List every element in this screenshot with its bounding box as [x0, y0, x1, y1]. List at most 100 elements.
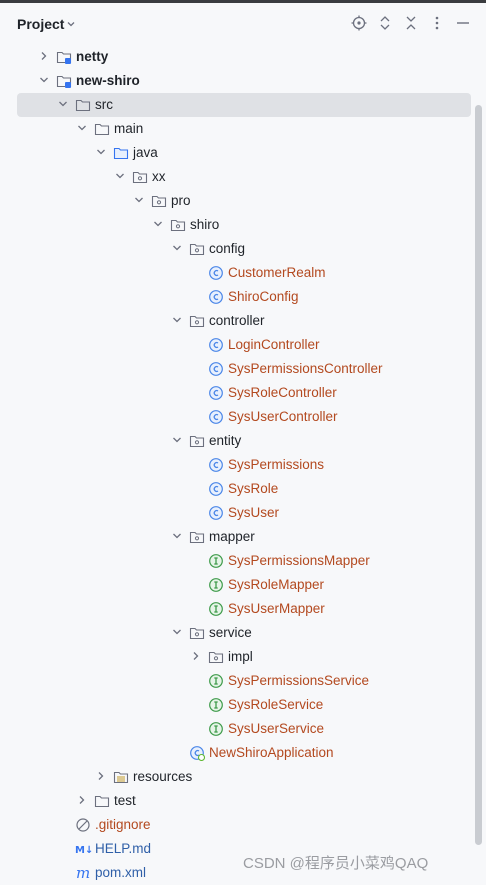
tree-item-label: resources — [133, 769, 193, 784]
tree-item-label: NewShiroApplication — [209, 745, 334, 760]
class-icon — [208, 481, 224, 497]
tree-row[interactable]: SysRoleService — [0, 693, 472, 717]
tree-row[interactable]: main — [0, 117, 472, 141]
spring-class-icon — [189, 745, 206, 762]
tree-item-label: entity — [209, 433, 242, 448]
chevron-down-icon[interactable] — [152, 218, 164, 230]
tree-item-label: netty — [76, 49, 109, 64]
scrollbar-thumb[interactable] — [475, 105, 482, 845]
module-folder-icon — [56, 49, 72, 65]
tree-row[interactable]: SysUser — [0, 501, 472, 525]
tree-row[interactable]: controller — [0, 309, 472, 333]
tree-item-label: SysUserController — [228, 409, 338, 424]
package-icon — [189, 433, 205, 449]
chevron-down-icon[interactable] — [133, 194, 145, 206]
tree-row[interactable]: .gitignore — [0, 813, 472, 837]
tree-item-label: CustomerRealm — [228, 265, 326, 280]
expand-all-icon[interactable] — [377, 15, 393, 31]
tree-item-label: HELP.md — [95, 841, 152, 856]
tree-row[interactable]: SysRoleMapper — [0, 573, 472, 597]
vertical-scrollbar[interactable] — [473, 45, 484, 883]
tree-row[interactable]: test — [0, 789, 472, 813]
package-icon — [170, 217, 186, 233]
tree-item-label: impl — [228, 649, 253, 664]
interface-icon — [208, 721, 224, 737]
tree-item-label: config — [209, 241, 246, 256]
interface-icon — [208, 553, 224, 569]
chevron-down-icon[interactable] — [171, 626, 183, 638]
class-icon — [208, 361, 224, 377]
collapse-all-icon[interactable] — [403, 15, 419, 31]
tree-row[interactable]: SysPermissionsController — [0, 357, 472, 381]
tree-row[interactable]: SysUserService — [0, 717, 472, 741]
tree-row[interactable]: SysPermissionsService — [0, 669, 472, 693]
folder-icon — [75, 97, 91, 113]
class-icon — [208, 289, 224, 305]
tree-item-label: pom.xml — [95, 865, 147, 880]
tree-item-label: SysRoleMapper — [228, 577, 325, 592]
chevron-down-icon[interactable] — [171, 530, 183, 542]
tree-item-label: java — [133, 145, 158, 160]
tree-row[interactable]: mapper — [0, 525, 472, 549]
tree-row[interactable]: CustomerRealm — [0, 261, 472, 285]
tree-item-label: SysRole — [228, 481, 279, 496]
tree-item-label: new-shiro — [76, 73, 140, 88]
tree-item-label: test — [114, 793, 136, 808]
chevron-down-icon[interactable] — [38, 74, 50, 86]
package-icon — [132, 169, 148, 185]
class-icon — [208, 505, 224, 521]
chevron-right-icon[interactable] — [38, 50, 50, 62]
class-icon — [208, 385, 224, 401]
tree-row[interactable]: LoginController — [0, 333, 472, 357]
tree-row[interactable]: service — [0, 621, 472, 645]
chevron-down-icon[interactable] — [171, 242, 183, 254]
chevron-right-icon[interactable] — [76, 794, 88, 806]
tree-row[interactable]: new-shiro — [0, 69, 472, 93]
tree-row[interactable]: SysPermissions — [0, 453, 472, 477]
tree-item-label: mapper — [209, 529, 255, 544]
tree-item-label: SysUserService — [228, 721, 325, 736]
package-icon — [189, 625, 205, 641]
tree-row[interactable]: entity — [0, 429, 472, 453]
module-folder-icon — [56, 73, 72, 89]
panel-title[interactable]: Project — [17, 16, 64, 32]
tree-item-label: SysPermissionsController — [228, 361, 383, 376]
chevron-down-icon[interactable] — [95, 146, 107, 158]
class-icon — [208, 457, 224, 473]
more-icon[interactable] — [429, 15, 445, 31]
interface-icon — [208, 577, 224, 593]
tree-row[interactable]: SysPermissionsMapper — [0, 549, 472, 573]
locate-icon[interactable] — [351, 15, 367, 31]
chevron-down-icon[interactable] — [171, 434, 183, 446]
markdown-file-icon: M↓ — [75, 841, 93, 857]
hide-icon[interactable] — [455, 15, 471, 31]
tree-item-label: SysPermissionsService — [228, 673, 370, 688]
tree-row[interactable]: SysRoleController — [0, 381, 472, 405]
tree-row[interactable]: impl — [0, 645, 472, 669]
tree-item-label: .gitignore — [95, 817, 151, 832]
tree-row[interactable]: SysUserMapper — [0, 597, 472, 621]
tree-row[interactable]: resources — [0, 765, 472, 789]
tree-row[interactable]: SysUserController — [0, 405, 472, 429]
tree-row[interactable]: SysRole — [0, 477, 472, 501]
chevron-down-icon[interactable] — [76, 122, 88, 134]
chevron-right-icon[interactable] — [190, 650, 202, 662]
tree-row[interactable]: ShiroConfig — [0, 285, 472, 309]
chevron-down-icon[interactable] — [57, 98, 69, 110]
tree-item-label: SysPermissionsMapper — [228, 553, 370, 568]
tree-row[interactable]: NewShiroApplication — [0, 741, 472, 765]
chevron-down-icon[interactable] — [171, 314, 183, 326]
chevron-right-icon[interactable] — [95, 770, 107, 782]
tree-row[interactable]: xx — [0, 165, 472, 189]
interface-icon — [208, 697, 224, 713]
tree-row[interactable]: shiro — [0, 213, 472, 237]
chevron-down-icon[interactable] — [66, 17, 76, 32]
class-icon — [208, 409, 224, 425]
chevron-down-icon[interactable] — [114, 170, 126, 182]
tree-row[interactable]: src — [17, 93, 471, 117]
tree-row[interactable]: java — [0, 141, 472, 165]
tree-row[interactable]: netty — [0, 45, 472, 69]
package-icon — [151, 193, 167, 209]
tree-row[interactable]: config — [0, 237, 472, 261]
tree-row[interactable]: pro — [0, 189, 472, 213]
